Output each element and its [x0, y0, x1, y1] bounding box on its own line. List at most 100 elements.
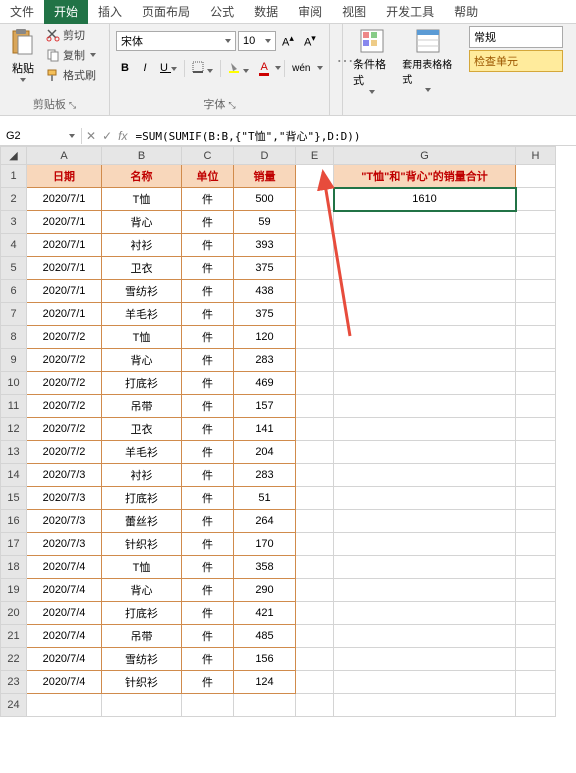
row-header[interactable]: 6 [1, 280, 27, 303]
cancel-formula-button[interactable]: ✕ [86, 129, 96, 143]
cell[interactable]: 124 [234, 671, 296, 694]
cell[interactable] [182, 694, 234, 717]
cell[interactable]: 283 [234, 464, 296, 487]
row-header[interactable]: 1 [1, 165, 27, 188]
cell[interactable]: 雪纺衫 [102, 648, 182, 671]
cell[interactable]: 2020/7/1 [27, 234, 102, 257]
cell[interactable]: T恤 [102, 188, 182, 211]
column-header[interactable]: A [27, 147, 102, 165]
cell[interactable]: 雪纺衫 [102, 280, 182, 303]
cell[interactable] [516, 349, 556, 372]
row-header[interactable]: 18 [1, 556, 27, 579]
cell[interactable]: 421 [234, 602, 296, 625]
column-header[interactable]: D [234, 147, 296, 165]
cell[interactable] [516, 625, 556, 648]
cell[interactable] [296, 510, 334, 533]
cell[interactable] [334, 257, 516, 280]
cell[interactable] [334, 694, 516, 717]
row-header[interactable]: 20 [1, 602, 27, 625]
tab-view[interactable]: 视图 [332, 0, 376, 24]
cell[interactable] [102, 694, 182, 717]
cell[interactable]: 2020/7/3 [27, 487, 102, 510]
row-header[interactable]: 23 [1, 671, 27, 694]
cell[interactable] [296, 694, 334, 717]
tab-review[interactable]: 审阅 [288, 0, 332, 24]
cell[interactable]: "T恤"和"背心"的销量合计 [334, 165, 516, 188]
cell[interactable]: 衬衫 [102, 464, 182, 487]
row-header[interactable]: 5 [1, 257, 27, 280]
cell[interactable]: 156 [234, 648, 296, 671]
row-header[interactable]: 21 [1, 625, 27, 648]
cell[interactable] [334, 418, 516, 441]
cell[interactable] [296, 165, 334, 188]
cell[interactable]: 290 [234, 579, 296, 602]
bold-button[interactable]: B [116, 59, 134, 77]
cell[interactable]: 375 [234, 257, 296, 280]
decrease-font-button[interactable]: A▾ [300, 30, 320, 52]
cell[interactable]: 358 [234, 556, 296, 579]
cell[interactable] [516, 648, 556, 671]
cell[interactable]: 件 [182, 510, 234, 533]
spreadsheet[interactable]: ◢ A B C D E G H 1 日期 名称 单位 销量 "T恤"和"背心"的… [0, 146, 556, 717]
row-header[interactable]: 12 [1, 418, 27, 441]
cell-sum-value[interactable]: 1610 [334, 188, 516, 211]
row-header[interactable]: 14 [1, 464, 27, 487]
cell[interactable] [516, 556, 556, 579]
cell[interactable]: 销量 [234, 165, 296, 188]
cell[interactable]: 2020/7/4 [27, 579, 102, 602]
cell[interactable] [334, 602, 516, 625]
cell[interactable]: T恤 [102, 326, 182, 349]
cell[interactable]: 2020/7/1 [27, 303, 102, 326]
cell[interactable]: 2020/7/2 [27, 441, 102, 464]
cell[interactable]: 件 [182, 280, 234, 303]
cell[interactable]: 件 [182, 349, 234, 372]
cell[interactable] [516, 280, 556, 303]
font-name-select[interactable]: 宋体 [116, 31, 236, 51]
cell[interactable]: 2020/7/4 [27, 556, 102, 579]
cell[interactable]: 2020/7/4 [27, 602, 102, 625]
cell[interactable] [516, 257, 556, 280]
cell[interactable] [334, 280, 516, 303]
cell[interactable]: 单位 [182, 165, 234, 188]
cell[interactable] [296, 418, 334, 441]
cell[interactable]: 2020/7/2 [27, 372, 102, 395]
cell[interactable]: 2020/7/2 [27, 349, 102, 372]
cell[interactable]: 件 [182, 602, 234, 625]
cell[interactable]: 264 [234, 510, 296, 533]
cell[interactable]: 卫衣 [102, 257, 182, 280]
select-all-corner[interactable]: ◢ [1, 147, 27, 165]
paste-button[interactable]: 粘贴 [6, 26, 40, 95]
row-header[interactable]: 15 [1, 487, 27, 510]
conditional-format-button[interactable]: 条件格式 [349, 26, 394, 113]
cell[interactable] [516, 671, 556, 694]
cell[interactable]: 2020/7/1 [27, 257, 102, 280]
cell[interactable]: 件 [182, 671, 234, 694]
cell[interactable]: 2020/7/2 [27, 326, 102, 349]
row-header[interactable]: 22 [1, 648, 27, 671]
cell[interactable]: 件 [182, 441, 234, 464]
cell[interactable]: 件 [182, 326, 234, 349]
cell[interactable]: 打底衫 [102, 487, 182, 510]
tab-data[interactable]: 数据 [244, 0, 288, 24]
row-header[interactable]: 13 [1, 441, 27, 464]
cell[interactable] [296, 303, 334, 326]
cell[interactable] [516, 234, 556, 257]
cell[interactable] [516, 487, 556, 510]
cell[interactable] [334, 625, 516, 648]
cell[interactable]: 衬衫 [102, 234, 182, 257]
row-header[interactable]: 16 [1, 510, 27, 533]
cell[interactable] [334, 510, 516, 533]
cell[interactable]: 件 [182, 579, 234, 602]
cell[interactable]: T恤 [102, 556, 182, 579]
cell[interactable]: 件 [182, 487, 234, 510]
cell[interactable] [516, 533, 556, 556]
cell[interactable] [334, 648, 516, 671]
cell[interactable]: 吊带 [102, 625, 182, 648]
cell[interactable] [296, 349, 334, 372]
cell[interactable] [516, 418, 556, 441]
cell[interactable] [516, 211, 556, 234]
cell[interactable]: 469 [234, 372, 296, 395]
row-header[interactable]: 11 [1, 395, 27, 418]
cell[interactable]: 170 [234, 533, 296, 556]
cell[interactable] [516, 441, 556, 464]
